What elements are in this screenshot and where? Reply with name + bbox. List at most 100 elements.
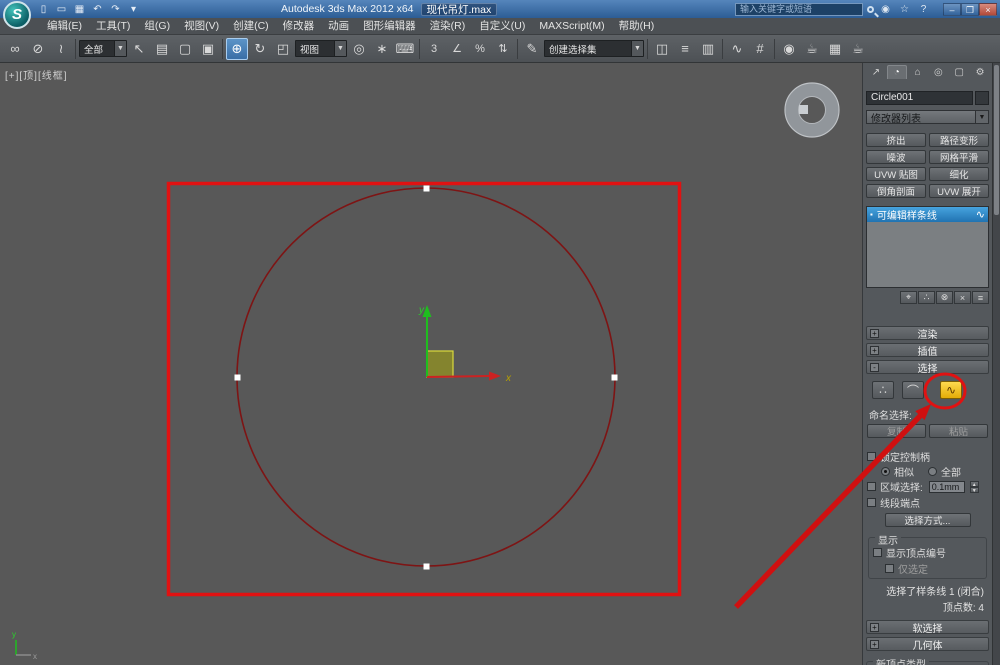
edit-named-selections-icon[interactable]: ✎: [521, 38, 543, 60]
bevel-profile-button[interactable]: 倒角剖面: [866, 184, 926, 198]
spinner-snap-icon[interactable]: ⇅: [492, 38, 514, 60]
unwrap-uvw-button[interactable]: UVW 展开: [929, 184, 989, 198]
align-icon[interactable]: ≡: [674, 38, 696, 60]
menu-item-modifiers[interactable]: 修改器: [276, 18, 322, 34]
expand-icon[interactable]: +: [870, 345, 879, 355]
remove-modifier-icon[interactable]: ×: [954, 291, 971, 304]
viewport-label[interactable]: [+][顶][线框]: [5, 67, 68, 82]
hierarchy-tab[interactable]: ⌂: [908, 65, 928, 79]
menu-item-graph-editors[interactable]: 图形编辑器: [356, 18, 423, 34]
material-editor-icon[interactable]: ◉: [778, 38, 800, 60]
use-pivot-center-icon[interactable]: ◎: [348, 38, 370, 60]
angle-snap-icon[interactable]: ∠: [446, 38, 468, 60]
spinner-down-icon[interactable]: ▼: [969, 486, 979, 494]
expand-icon[interactable]: +: [870, 639, 879, 649]
move-gizmo[interactable]: y x: [418, 305, 512, 384]
viewcube-ring[interactable]: [784, 82, 840, 138]
minimize-button[interactable]: –: [943, 2, 961, 16]
qat-dropdown-icon[interactable]: ▾: [126, 3, 141, 16]
viewcube-home-icon[interactable]: [799, 105, 808, 114]
sign-in-icon[interactable]: ◉: [878, 4, 893, 15]
select-and-move-icon[interactable]: ⊕: [226, 37, 248, 60]
rollout-rendering[interactable]: + 渲染: [866, 326, 989, 341]
tessellate-button[interactable]: 细化: [929, 167, 989, 181]
object-name-field[interactable]: Circle001: [866, 91, 973, 105]
segment-end-checkbox[interactable]: [867, 498, 876, 507]
lock-handles-checkbox[interactable]: [867, 452, 876, 461]
keyboard-override-icon[interactable]: ⌨: [394, 38, 416, 60]
all-radio-item[interactable]: 全部: [928, 464, 961, 479]
vertex-marker-top[interactable]: [423, 185, 430, 192]
motion-tab[interactable]: ◎: [929, 65, 949, 79]
menu-item-create[interactable]: 创建(C): [226, 18, 276, 34]
menu-item-maxscript[interactable]: MAXScript(M): [532, 18, 611, 34]
extrude-button[interactable]: 挤出: [866, 133, 926, 147]
rollout-soft-selection[interactable]: + 软选择: [866, 620, 989, 635]
spline-icon[interactable]: ∿: [940, 381, 962, 399]
collapse-icon[interactable]: -: [870, 362, 879, 372]
panel-scrollbar-thumb[interactable]: [994, 65, 999, 215]
snap-toggle-3d-icon[interactable]: 3: [423, 38, 445, 60]
rollout-geometry[interactable]: + 几何体: [866, 637, 989, 652]
mirror-icon[interactable]: ◫: [651, 38, 673, 60]
segment-icon[interactable]: ⌒: [902, 381, 924, 399]
copy-button[interactable]: 复制: [867, 424, 926, 438]
rendered-frame-icon[interactable]: ▦: [824, 38, 846, 60]
open-file-icon[interactable]: ▭: [54, 3, 69, 16]
coord-system-dropdown[interactable]: 视图 ▼: [295, 40, 347, 57]
select-and-manipulate-icon[interactable]: ∗: [371, 38, 393, 60]
schematic-view-icon[interactable]: #: [749, 38, 771, 60]
uvw-map-button[interactable]: UVW 贴图: [866, 167, 926, 181]
curve-editor-icon[interactable]: ∿: [726, 38, 748, 60]
menu-item-edit[interactable]: 编辑(E): [40, 18, 89, 34]
stack-item-editable-spline[interactable]: ▪ 可编辑样条线 ∿: [867, 207, 988, 222]
render-production-icon[interactable]: ☕: [847, 38, 869, 60]
vertex-marker-left[interactable]: [234, 374, 241, 381]
modify-tab[interactable]: ◔: [886, 65, 907, 79]
unlink-selection-icon[interactable]: ⊘: [27, 38, 49, 60]
all-radio[interactable]: [928, 466, 937, 476]
menu-item-views[interactable]: 视图(V): [177, 18, 226, 34]
menu-item-tools[interactable]: 工具(T): [89, 18, 137, 34]
menu-item-animation[interactable]: 动画: [321, 18, 356, 34]
percent-snap-icon[interactable]: %: [469, 38, 491, 60]
rollout-interpolation[interactable]: + 插值: [866, 343, 989, 358]
show-end-result-icon[interactable]: ∴: [918, 291, 935, 304]
area-threshold-field[interactable]: 0.1mm: [928, 480, 965, 493]
maximize-button[interactable]: ❐: [961, 2, 979, 16]
application-menu-button[interactable]: S: [3, 1, 31, 29]
save-file-icon[interactable]: ▦: [72, 3, 87, 16]
favorites-icon[interactable]: ☆: [897, 4, 912, 15]
display-tab[interactable]: ▢: [949, 65, 969, 79]
object-color-swatch[interactable]: [975, 91, 989, 105]
menu-item-rendering[interactable]: 渲染(R): [423, 18, 473, 34]
create-tab[interactable]: ↗: [866, 65, 886, 79]
rollout-selection[interactable]: - 选择: [866, 360, 989, 375]
menu-item-customize[interactable]: 自定义(U): [472, 18, 532, 34]
expand-icon[interactable]: +: [870, 328, 879, 338]
select-by-name-icon[interactable]: ▤: [151, 38, 173, 60]
menu-item-help[interactable]: 帮助(H): [612, 18, 662, 34]
vertex-marker-right[interactable]: [611, 374, 618, 381]
noise-button[interactable]: 噪波: [866, 150, 926, 164]
search-input[interactable]: [735, 2, 863, 16]
gizmo-plane-handle[interactable]: [426, 350, 454, 378]
help-icon[interactable]: ?: [916, 4, 931, 15]
area-selection-checkbox[interactable]: [867, 482, 876, 491]
utilities-tab[interactable]: ⚙: [970, 65, 990, 79]
alike-radio[interactable]: [881, 466, 890, 476]
spinner-arrows[interactable]: ▲ ▼: [969, 480, 979, 494]
new-file-icon[interactable]: ▯: [36, 3, 51, 16]
meshsmooth-button[interactable]: 网格平滑: [929, 150, 989, 164]
configure-sets-icon[interactable]: ≡: [972, 291, 989, 304]
select-object-icon[interactable]: ↖: [128, 38, 150, 60]
select-and-link-icon[interactable]: ∞: [4, 38, 26, 60]
vertex-marker-bottom[interactable]: [423, 563, 430, 570]
close-button[interactable]: ×: [979, 2, 997, 16]
named-selection-sets-dropdown[interactable]: 创建选择集 ▼: [544, 40, 644, 57]
viewport-top[interactable]: [+][顶][线框] y x y x: [0, 63, 862, 665]
make-unique-icon[interactable]: ⊗: [936, 291, 953, 304]
expand-icon[interactable]: +: [870, 622, 879, 632]
select-by-button[interactable]: 选择方式...: [884, 513, 971, 527]
window-crossing-icon[interactable]: ▣: [197, 38, 219, 60]
